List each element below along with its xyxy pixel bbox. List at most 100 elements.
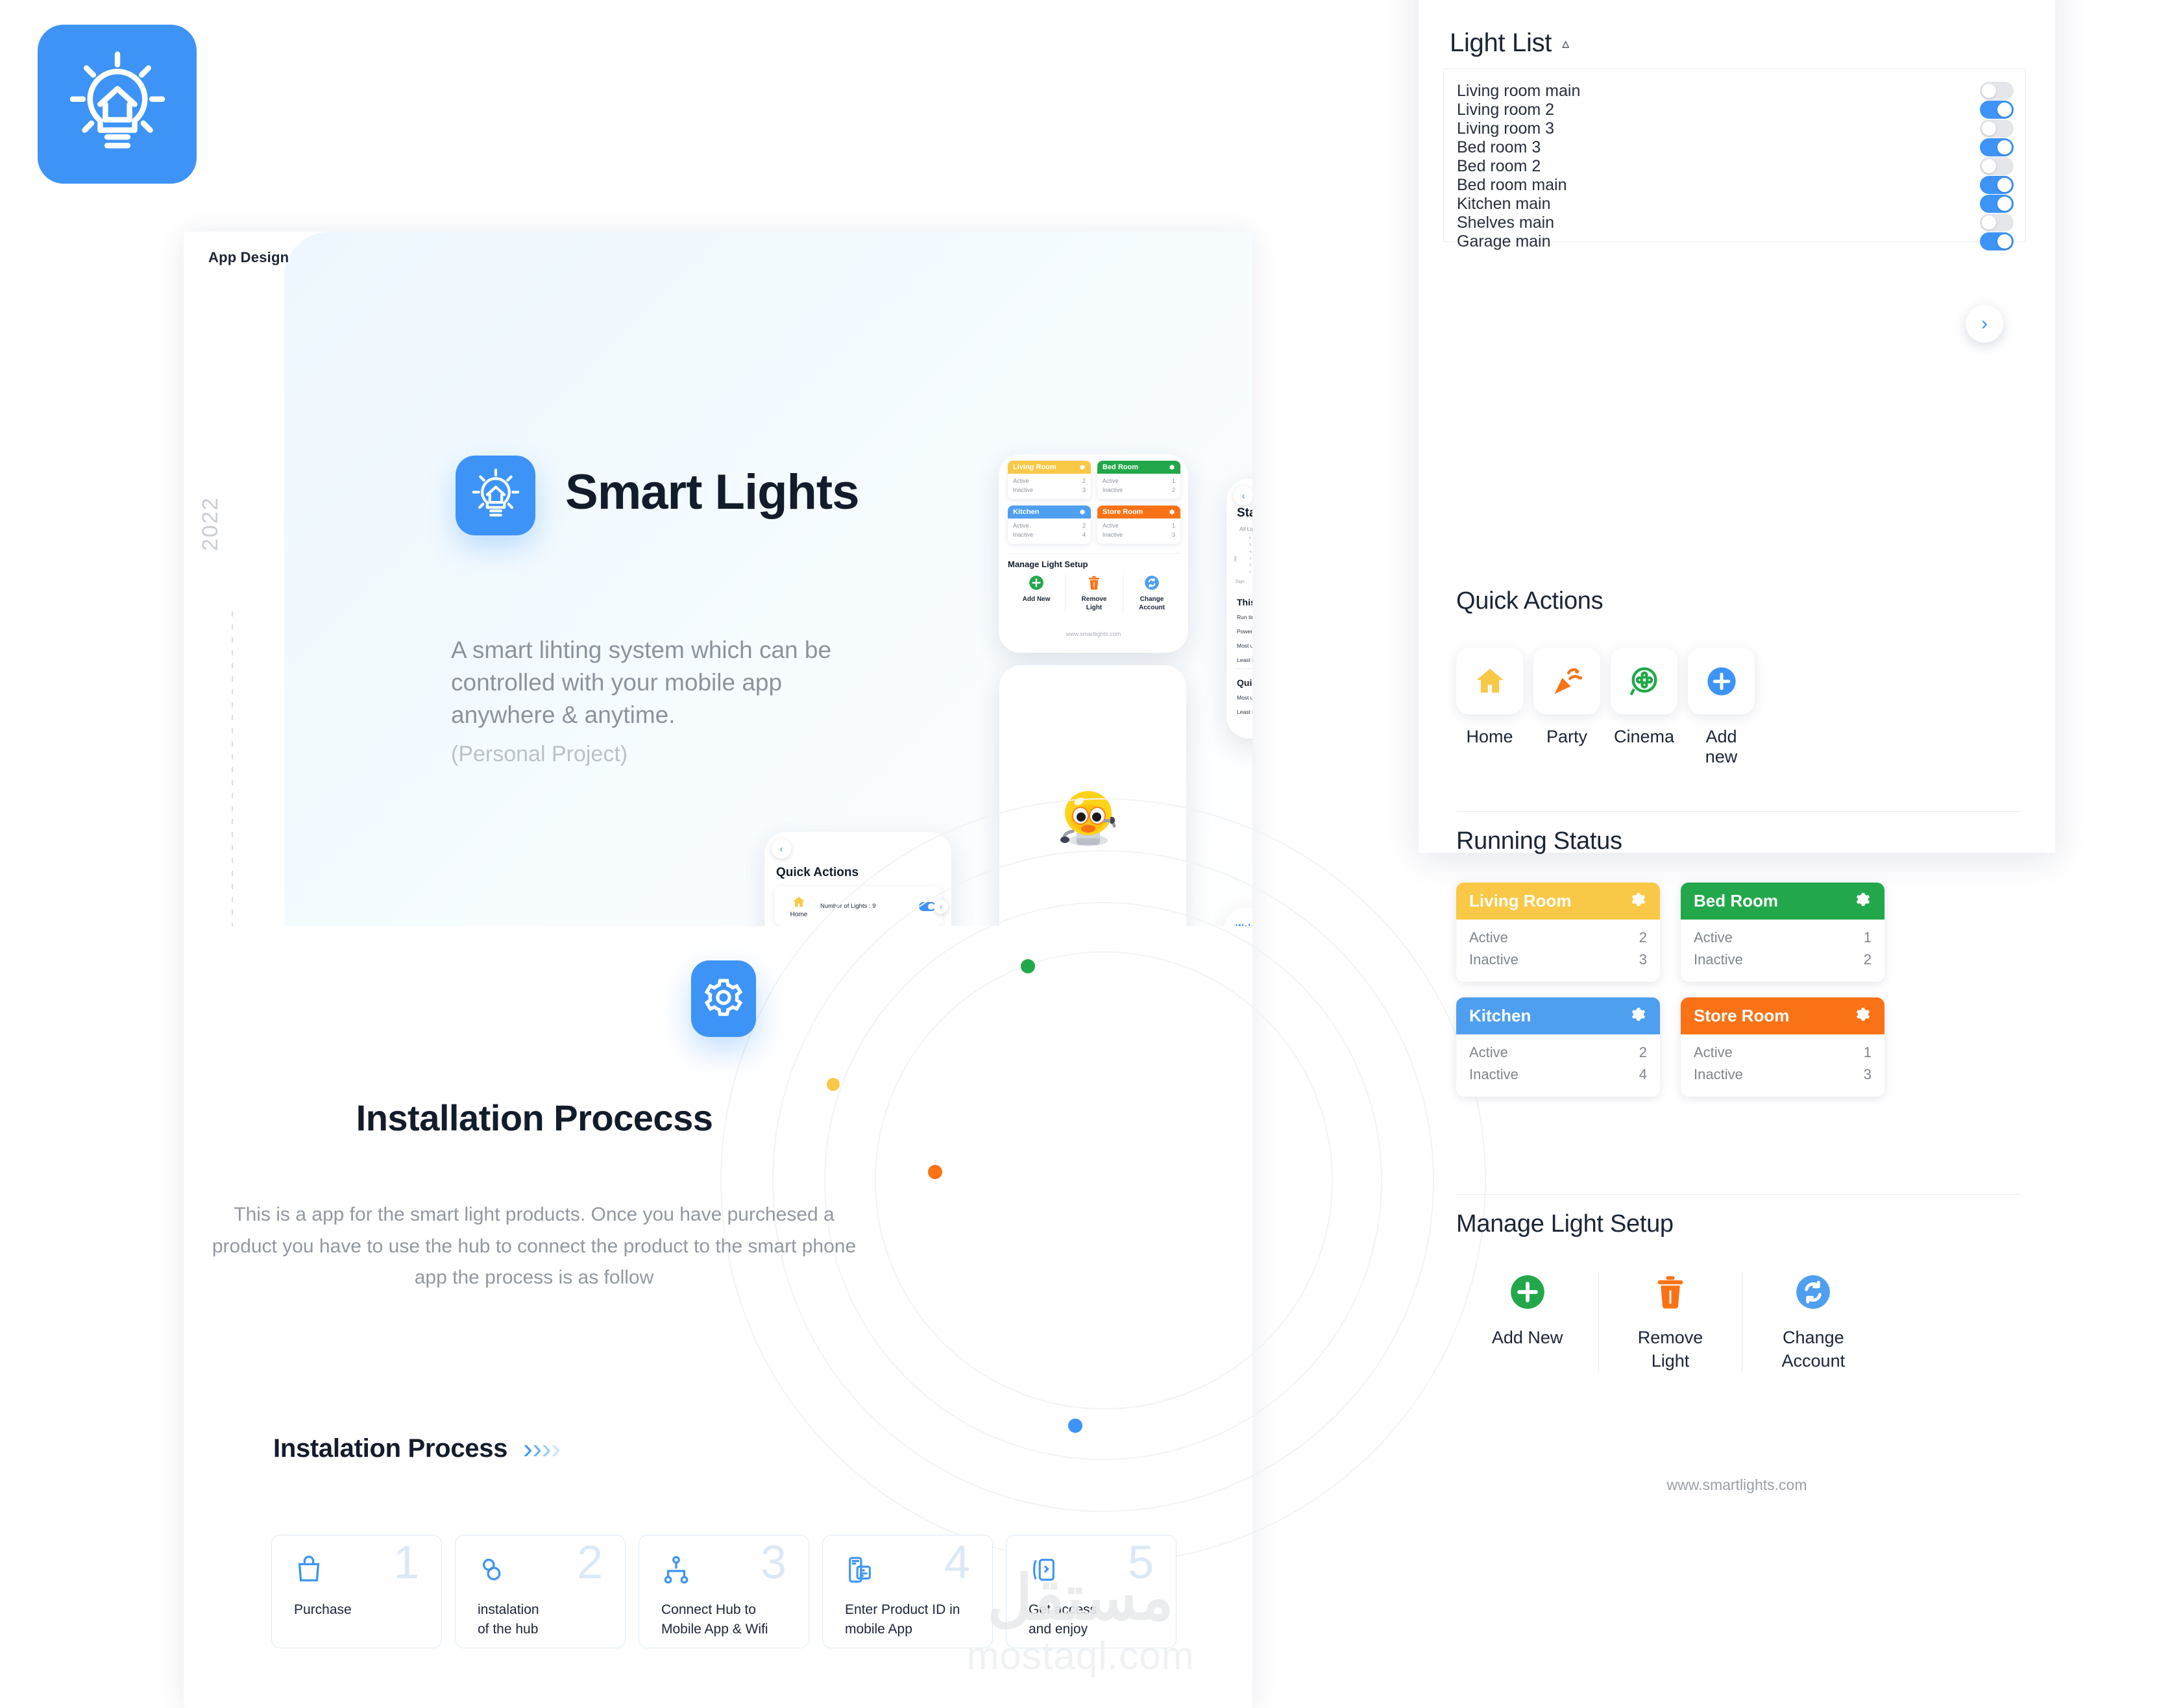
quick-action-label: Cinema	[1613, 727, 1675, 746]
light-toggle[interactable]	[1980, 232, 2014, 250]
chevron-right-icon[interactable]: ›	[1966, 305, 2003, 343]
light-name: Shelves main	[1457, 213, 1555, 232]
mini-manage-action[interactable]: Add New	[1008, 574, 1065, 612]
room-name: Kitchen	[1469, 1006, 1531, 1026]
plus-circle-icon	[1028, 574, 1045, 591]
active-count: 1	[1171, 478, 1175, 484]
plus-circle-icon	[1688, 648, 1755, 714]
light-name: Kitchen main	[1457, 194, 1551, 213]
divider	[1456, 1194, 2021, 1195]
quick-action-home[interactable]: Home	[1456, 648, 1523, 767]
gear-icon[interactable]	[1630, 1006, 1647, 1026]
active-count: 2	[1082, 522, 1086, 529]
inactive-count: 2	[1863, 951, 1872, 968]
step-label: Connect Hub to Mobile App & Wifi	[661, 1602, 768, 1637]
mini-manage-action[interactable]: Remove Light	[1065, 574, 1123, 612]
gear-icon[interactable]	[1855, 1006, 1872, 1026]
light-list-row[interactable]: Living room main	[1457, 80, 2014, 101]
light-list-row[interactable]: Living room 2	[1457, 99, 2014, 120]
step-number: 5	[1127, 1537, 1154, 1589]
light-toggle[interactable]	[1980, 138, 2014, 156]
light-list-row[interactable]: Bed room main	[1457, 175, 2014, 195]
chevron-up-icon[interactable]: ▵	[1562, 35, 1569, 52]
manage-action-change-account[interactable]: Change Account	[1741, 1272, 1884, 1373]
chart-y-tick: 2	[1249, 563, 1251, 568]
room-name: Kitchen	[1013, 508, 1040, 516]
manage-action-remove-light[interactable]: Remove Light	[1598, 1272, 1741, 1373]
light-list-header[interactable]: Light List ▵	[1450, 29, 1569, 58]
lightbulb-house-icon	[469, 467, 523, 524]
chart-x-title: Days	[1236, 580, 1245, 584]
light-toggle[interactable]	[1980, 195, 2014, 213]
chart-y-title: Hrs	[1234, 555, 1238, 562]
trash-icon	[1086, 574, 1103, 591]
light-toggle[interactable]	[1980, 157, 2014, 175]
active-count: 2	[1639, 929, 1647, 946]
stats-filter-row: All Lights running time	[1239, 526, 1252, 532]
installation-process-heading-text: Instalation Process	[273, 1434, 508, 1463]
chart-y-tick: 5	[1249, 543, 1251, 548]
app-logo	[38, 25, 197, 184]
installation-step-card: 1 Purchase	[271, 1535, 442, 1648]
stats-key: Most used	[1237, 642, 1252, 649]
light-list-row[interactable]: Bed room 3	[1457, 137, 2014, 158]
quick-action-add-new[interactable]: Add new	[1688, 648, 1755, 767]
manage-action-add-new[interactable]: Add New	[1456, 1272, 1598, 1372]
installation-step-card: 5 Get access and enjoy	[1006, 1535, 1177, 1648]
mini-status-grid: Living Room Active 2 Inactive 3 Bed Room A…	[1008, 461, 1180, 544]
board-label: App Design	[208, 249, 289, 265]
stats-qa-row: Least used:Party	[1237, 709, 1252, 715]
phone-mockup-status-setup: Living Room Active 2 Inactive 3 Bed Room A…	[999, 454, 1188, 653]
access-phone-icon	[1029, 1555, 1058, 1585]
active-label: Active	[1694, 1044, 1733, 1061]
active-label: Active	[1013, 478, 1029, 484]
light-name: Bed room main	[1457, 175, 1567, 194]
light-list-row[interactable]: Bed room 2	[1457, 156, 2014, 177]
mini-manage-action[interactable]: Change Account	[1123, 574, 1180, 612]
inactive-count: 3	[1863, 1066, 1872, 1083]
light-name: Living room 3	[1457, 119, 1555, 138]
light-toggle[interactable]	[1980, 119, 2014, 138]
gear-icon[interactable]	[1630, 891, 1647, 911]
active-label: Active	[1469, 1044, 1508, 1061]
mini-manage-title: Manage Light Setup	[1008, 559, 1088, 569]
manage-light-setup-row: Add New Remove Light Change Account	[1456, 1272, 1884, 1373]
stats-row: Power usage:48 KWh	[1237, 628, 1252, 635]
light-toggle[interactable]	[1980, 214, 2014, 232]
light-list-row[interactable]: Living room 3	[1457, 118, 2014, 139]
active-count: 2	[1639, 1044, 1647, 1061]
light-toggle[interactable]	[1980, 82, 2014, 100]
light-toggle[interactable]	[1980, 101, 2014, 119]
running-status-card: Bed Room Active 1 Inactive 2	[1681, 883, 1884, 982]
stats-filter-lights[interactable]: All Lights	[1239, 526, 1252, 532]
gear-icon[interactable]	[1855, 891, 1872, 911]
mini-manage-actions: Add New Remove Light Change Account	[1008, 574, 1180, 612]
quick-action-name: Home	[790, 910, 808, 918]
page-title: Smart Lights	[565, 465, 859, 520]
decorative-dot-orange	[928, 1165, 942, 1179]
light-list-row[interactable]: Kitchen main	[1457, 193, 2014, 214]
light-name: Living room main	[1457, 81, 1581, 100]
light-toggle[interactable]	[1980, 176, 2014, 194]
mini-manage-label: Change Account	[1139, 596, 1165, 611]
chevron-left-icon[interactable]: ‹	[1234, 486, 1252, 506]
installation-step-card: 2 instalation of the hub	[455, 1535, 626, 1648]
quick-action-party[interactable]: Party	[1533, 648, 1600, 767]
step-label: Purchase	[294, 1602, 352, 1617]
inactive-label: Inactive	[1103, 486, 1123, 493]
inactive-count: 4	[1639, 1066, 1647, 1083]
vertical-dashed-divider	[232, 611, 233, 978]
light-list-row[interactable]: Garage main	[1457, 231, 2014, 252]
film-reel-icon	[1611, 648, 1677, 714]
decorative-dot-green	[1021, 959, 1035, 973]
quick-actions-title: Quick Actions	[776, 866, 859, 879]
chevron-left-icon[interactable]: ‹	[772, 839, 791, 859]
installation-process-heading: Instalation Process › › › ›	[273, 1434, 561, 1463]
installation-gear-badge	[691, 960, 756, 1037]
room-name: Living Room	[1013, 463, 1056, 471]
light-name: Bed room 3	[1457, 138, 1541, 156]
refresh-icon	[1793, 1272, 1833, 1312]
light-list-row[interactable]: Shelves main	[1457, 212, 2014, 233]
quick-action-cinema[interactable]: Cinema	[1611, 648, 1677, 767]
active-label: Active	[1103, 522, 1119, 529]
